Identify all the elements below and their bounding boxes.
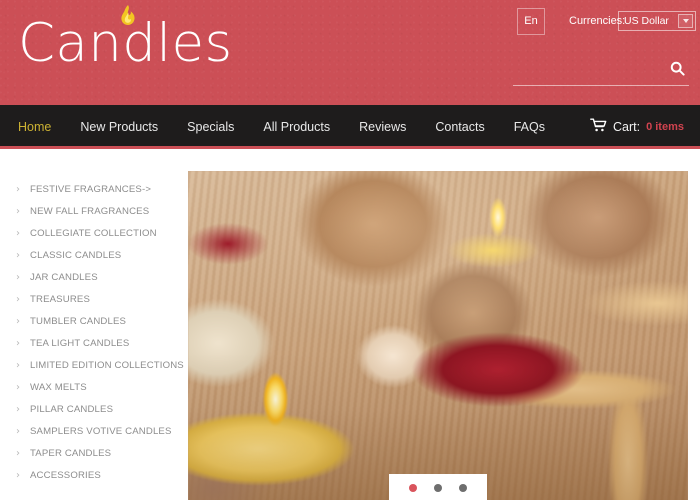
cart-widget[interactable]: Cart: 0 items bbox=[590, 105, 684, 149]
sidebar-item-label: TREASURES bbox=[30, 293, 90, 305]
sidebar-item-label: WAX MELTS bbox=[30, 381, 87, 393]
sidebar-item-samplers-votive-candles[interactable]: › SAMPLERS VOTIVE CANDLES bbox=[0, 420, 188, 442]
sidebar-item-tumbler-candles[interactable]: › TUMBLER CANDLES bbox=[0, 310, 188, 332]
chevron-right-icon: › bbox=[16, 293, 20, 305]
currency-selected-value: US Dollar bbox=[624, 15, 669, 27]
sidebar-item-festive-fragrances[interactable]: › FESTIVE FRAGRANCES-> bbox=[0, 178, 188, 200]
sidebar-item-label: COLLEGIATE COLLECTION bbox=[30, 227, 157, 239]
chevron-right-icon: › bbox=[16, 183, 20, 195]
site-header: Candles En Currencies: US Dollar bbox=[0, 0, 700, 105]
slider-dot-3[interactable] bbox=[459, 484, 467, 492]
chevron-right-icon: › bbox=[16, 403, 20, 415]
sidebar-item-tea-light-candles[interactable]: › TEA LIGHT CANDLES bbox=[0, 332, 188, 354]
sidebar-item-label: JAR CANDLES bbox=[30, 271, 98, 283]
sidebar-item-label: TAPER CANDLES bbox=[30, 447, 112, 459]
chevron-right-icon: › bbox=[16, 271, 20, 283]
search-input[interactable] bbox=[513, 58, 661, 84]
sidebar-item-label: TEA LIGHT CANDLES bbox=[30, 337, 130, 349]
sidebar-item-classic-candles[interactable]: › CLASSIC CANDLES bbox=[0, 244, 188, 266]
slider-dot-2[interactable] bbox=[434, 484, 442, 492]
sidebar-item-label: NEW FALL FRAGRANCES bbox=[30, 205, 150, 217]
chevron-right-icon: › bbox=[16, 249, 20, 261]
chevron-right-icon: › bbox=[16, 227, 20, 239]
sidebar-item-label: CLASSIC CANDLES bbox=[30, 249, 122, 261]
shopping-cart-icon bbox=[590, 118, 607, 137]
nav-item-new-products[interactable]: New Products bbox=[80, 120, 158, 134]
language-selector[interactable]: En bbox=[517, 8, 545, 35]
slider-dot-1[interactable] bbox=[409, 484, 417, 492]
nav-links: Home New Products Specials All Products … bbox=[18, 105, 574, 149]
sidebar-item-wax-melts[interactable]: › WAX MELTS bbox=[0, 376, 188, 398]
chevron-right-icon: › bbox=[16, 425, 20, 437]
chevron-right-icon: › bbox=[16, 447, 20, 459]
nav-item-home[interactable]: Home bbox=[18, 120, 51, 134]
sidebar-item-label: LIMITED EDITION COLLECTIONS bbox=[30, 359, 184, 371]
currency-select[interactable]: US Dollar bbox=[618, 11, 696, 31]
sidebar-item-label: ACCESSORIES bbox=[30, 469, 101, 481]
sidebar-item-limited-edition-collections[interactable]: › LIMITED EDITION COLLECTIONS bbox=[0, 354, 188, 376]
currency-label: Currencies: bbox=[569, 15, 626, 27]
sidebar-item-taper-candles[interactable]: › TAPER CANDLES bbox=[0, 442, 188, 464]
main-navigation: Home New Products Specials All Products … bbox=[0, 105, 700, 149]
slider-pagination bbox=[389, 474, 487, 500]
hero-slider[interactable] bbox=[188, 171, 688, 500]
chevron-down-icon[interactable] bbox=[678, 14, 693, 28]
search-box bbox=[513, 58, 689, 86]
hero-image bbox=[188, 171, 688, 500]
sidebar-item-new-fall-fragrances[interactable]: › NEW FALL FRAGRANCES bbox=[0, 200, 188, 222]
sidebar-item-label: PILLAR CANDLES bbox=[30, 403, 114, 415]
nav-item-contacts[interactable]: Contacts bbox=[435, 120, 484, 134]
sidebar-item-label: SAMPLERS VOTIVE CANDLES bbox=[30, 425, 172, 437]
search-button[interactable] bbox=[665, 58, 689, 82]
chevron-right-icon: › bbox=[16, 337, 20, 349]
nav-item-specials[interactable]: Specials bbox=[187, 120, 234, 134]
nav-item-all-products[interactable]: All Products bbox=[263, 120, 330, 134]
sidebar-item-jar-candles[interactable]: › JAR CANDLES bbox=[0, 266, 188, 288]
chevron-right-icon: › bbox=[16, 381, 20, 393]
sidebar-item-treasures[interactable]: › TREASURES bbox=[0, 288, 188, 310]
chevron-right-icon: › bbox=[16, 315, 20, 327]
nav-item-faqs[interactable]: FAQs bbox=[514, 120, 545, 134]
sidebar-item-label: TUMBLER CANDLES bbox=[30, 315, 127, 327]
cart-item-count: 0 items bbox=[646, 121, 684, 133]
search-icon bbox=[670, 61, 685, 79]
sidebar-item-pillar-candles[interactable]: › PILLAR CANDLES bbox=[0, 398, 188, 420]
flame-icon bbox=[117, 4, 139, 30]
category-sidebar: › FESTIVE FRAGRANCES-> › NEW FALL FRAGRA… bbox=[0, 149, 188, 486]
chevron-right-icon: › bbox=[16, 359, 20, 371]
chevron-right-icon: › bbox=[16, 205, 20, 217]
page-content: › FESTIVE FRAGRANCES-> › NEW FALL FRAGRA… bbox=[0, 149, 700, 500]
sidebar-item-accessories[interactable]: › ACCESSORIES bbox=[0, 464, 188, 486]
sidebar-item-collegiate-collection[interactable]: › COLLEGIATE COLLECTION bbox=[0, 222, 188, 244]
nav-item-reviews[interactable]: Reviews bbox=[359, 120, 406, 134]
chevron-right-icon: › bbox=[16, 469, 20, 481]
sidebar-item-label: FESTIVE FRAGRANCES-> bbox=[30, 183, 152, 195]
cart-label: Cart: bbox=[612, 120, 641, 134]
